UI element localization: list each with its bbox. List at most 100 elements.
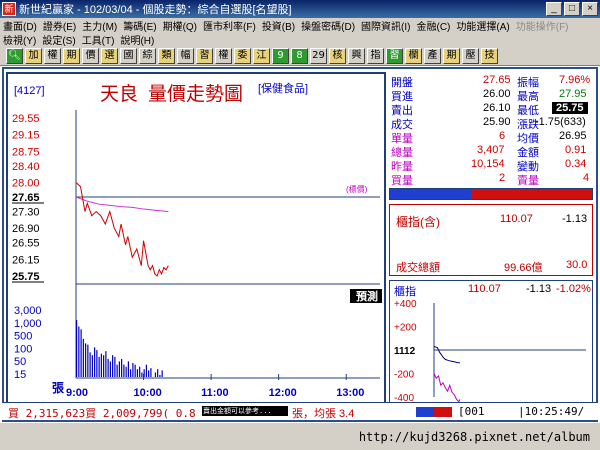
menu-item[interactable]: 功能選擇(A) [453, 18, 512, 33]
menu-item[interactable]: 畫面(D) [0, 18, 40, 33]
menu-row-primary: 畫面(D) 證券(E) 主力(M) 籌碼(E) 期權(Q) 匯市利率(F) 投資(B) 操盤密… [0, 18, 600, 33]
volume-bar [87, 344, 89, 377]
menu-item[interactable]: 說明(H) [117, 32, 157, 47]
quote-panel: 開盤 27.65 振幅 7.96% 買進 26.00 最高 27.95 賣出 2… [387, 72, 595, 420]
buy-ratio-fill [390, 189, 471, 199]
menu-item[interactable]: 操盤密碼(D) [298, 18, 358, 33]
volume-tick-label: 100 [14, 343, 32, 355]
price-axis: 29.55 29.15 28.75 28.40 28.00 27.65 27.30 26.90… [12, 113, 44, 283]
menu-item[interactable]: 國際資訊(I) [358, 18, 413, 33]
menu-item[interactable]: 功能操作(F) [513, 18, 572, 33]
quote-row-yesterday: 昨量 10,154 變動 0.34 [387, 158, 595, 173]
menu-item[interactable]: 期權(Q) [160, 18, 200, 33]
stock-category: [保健食品] [258, 81, 308, 95]
toolbar-button[interactable]: 選 [101, 47, 118, 64]
toolbar-button[interactable]: 技 [481, 47, 498, 64]
volume-tick-label: 50 [14, 356, 26, 368]
title-bar: 新 新世紀贏家 - 102/03/04 - 個股走勢：綜合自選股[名望股] _ … [0, 0, 600, 18]
variation-value: 0.34 [565, 158, 587, 170]
toolbar-button[interactable]: 欄 [405, 47, 422, 64]
volume-bar [76, 320, 78, 377]
toolbar-button[interactable]: 類 [158, 47, 175, 64]
app-icon: 新 [2, 2, 16, 16]
maximize-button[interactable]: □ [564, 2, 580, 16]
stock-name: 天良 [100, 83, 138, 105]
quote-row-single: 單量 6 均價 26.95 [387, 130, 595, 145]
toolbar-button[interactable]: 產 [424, 47, 441, 64]
status-ratio-buy [416, 407, 434, 417]
toolbar-button[interactable]: 綜 [139, 47, 156, 64]
mini-index-value: 110.07 [468, 283, 501, 295]
mini-price-line [433, 373, 461, 403]
toolbar-button[interactable]: 習 [196, 47, 213, 64]
quote-row-open: 開盤 27.65 振幅 7.96% [387, 74, 595, 89]
volume-bar [94, 347, 96, 377]
toolbar-button[interactable]: 壓 [462, 47, 479, 64]
quote-row-deal: 成交 25.90 漲跌 -1.75(633) [387, 116, 595, 131]
turnover-label: 成交總額 [396, 262, 440, 274]
toolbar-button[interactable]: 價 [82, 47, 99, 64]
time-tick-label: 12:00 [269, 387, 297, 399]
toolbar-button[interactable]: 江 [253, 47, 270, 64]
menu-item[interactable]: 金融(C) [414, 18, 454, 33]
toolbar-button[interactable]: 指 [367, 47, 384, 64]
status-time-box: |10:25:49/ [518, 405, 585, 418]
toolbar-button[interactable]: 期 [443, 47, 460, 64]
status-code-box[interactable]: [001 [458, 405, 485, 418]
menu-item[interactable]: 籌碼(E) [120, 18, 159, 33]
toolbar-button[interactable]: 權 [44, 47, 61, 64]
volume-bar [150, 368, 152, 377]
toolbar-button[interactable]: 8 [291, 47, 308, 64]
volume-bar [130, 369, 132, 377]
window-title: 新世紀贏家 - 102/03/04 - 個股走勢：綜合自選股[名望股] [19, 4, 292, 16]
toolbar-button[interactable]: 興 [348, 47, 365, 64]
menu-item[interactable]: 設定(S) [39, 32, 78, 47]
menu-item[interactable]: 匯市利率(F) [200, 18, 259, 33]
mini-index-line [433, 346, 460, 364]
menu-item[interactable]: 檢視(Y) [0, 32, 39, 47]
volume-bar [139, 366, 141, 377]
otc-index-box: 櫃指(含) 110.07 -1.13 成交總額 99.66億 30.0 [389, 204, 593, 276]
volume-tick-label: 3,000 [14, 305, 42, 317]
toolbar-button[interactable]: 習 [386, 47, 403, 64]
menu-item[interactable]: 工具(T) [79, 32, 118, 47]
price-tick-label: 28.75 [12, 146, 40, 158]
volume-bar [116, 364, 118, 377]
menu-item[interactable]: 證券(E) [40, 18, 79, 33]
status-ratio-bar [416, 407, 452, 417]
mini-tick-label: +200 [394, 323, 417, 334]
menu-item[interactable]: 主力(M) [79, 18, 120, 33]
volume-bar [89, 352, 91, 377]
toolbar-button[interactable]: 國 [120, 47, 137, 64]
volume-bar [159, 374, 161, 377]
menu-bar: 畫面(D) 證券(E) 主力(M) 籌碼(E) 期權(Q) 匯市利率(F) 投資(B) 操盤密… [0, 18, 600, 47]
toolbar-button[interactable]: 29 [310, 47, 327, 64]
minimize-button[interactable]: _ [546, 2, 562, 16]
toolbar-button[interactable]: 權 [215, 47, 232, 64]
toolbar-button[interactable]: 9 [272, 47, 289, 64]
magnifier-icon[interactable]: 🔍︎ [6, 47, 23, 64]
otc-index-value: 110.07 [500, 213, 533, 225]
price-tick-label: 27.65 [12, 192, 40, 204]
chart-title: 量價走勢圖 [148, 83, 243, 105]
buy-volume-label: 買量 [391, 175, 413, 187]
toolbar-button[interactable]: 委 [234, 47, 251, 64]
url-text: http://kujd3268.pixnet.net/album [358, 430, 590, 444]
toolbar-button[interactable]: 核 [329, 47, 346, 64]
volume-bar [141, 372, 143, 377]
price-tick-label: 28.00 [12, 177, 40, 189]
window-controls: _ □ × [546, 2, 598, 16]
toolbar-button[interactable]: 幅 [177, 47, 194, 64]
menu-item[interactable]: 投資(B) [259, 18, 298, 33]
price-tick-label: 26.55 [12, 238, 40, 250]
status-time: 10:25:49 [524, 405, 578, 418]
quote-row-volume: 買量 2 賣量 4 [387, 172, 595, 187]
status-volume-left: 買 2,315,623買 2,009,799( 0.8 [8, 407, 196, 420]
volume-bar [78, 326, 80, 377]
volume-bar [105, 351, 107, 377]
toolbar-button[interactable]: 期 [63, 47, 80, 64]
toolbar-button[interactable]: 加 [25, 47, 42, 64]
close-button[interactable]: × [582, 2, 598, 16]
price-tick-label: 27.30 [12, 207, 40, 219]
menu-row-secondary: 檢視(Y) 設定(S) 工具(T) 說明(H) [0, 32, 600, 47]
